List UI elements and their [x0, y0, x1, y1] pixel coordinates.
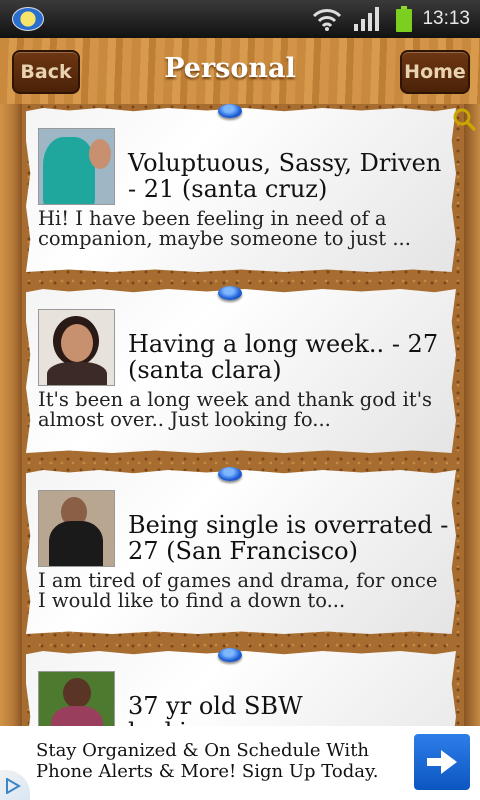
ad-banner[interactable]: Stay Organized & On Schedule With Phone …	[0, 726, 480, 800]
post-title: 37 yr old SBW looking........	[128, 692, 303, 726]
app-header: Back Personal Home	[0, 38, 480, 106]
post-card[interactable]: Voluptuous, Sassy, Driven - 21 (santa cr…	[26, 108, 456, 272]
post-title: Voluptuous, Sassy, Driven - 21 (santa cr…	[128, 149, 442, 203]
post-snippet: Hi! I have been feeling in need of a com…	[38, 207, 411, 250]
pin-icon	[218, 648, 242, 662]
signal-icon	[354, 7, 379, 31]
home-button[interactable]: Home	[400, 50, 470, 94]
post-card[interactable]: 37 yr old SBW looking........	[26, 651, 456, 726]
post-thumbnail[interactable]	[38, 671, 115, 726]
post-card[interactable]: Being single is overrated - 27 (San Fran…	[26, 470, 456, 634]
post-thumbnail[interactable]	[38, 128, 115, 205]
board-frame-right	[464, 104, 480, 726]
post-title: Having a long week.. - 27 (santa clara)	[128, 330, 439, 384]
ad-text[interactable]: Stay Organized & On Schedule With Phone …	[36, 740, 406, 782]
clock: 13:13	[422, 8, 470, 29]
status-bar: 13:13	[0, 0, 480, 38]
post-list[interactable]: Voluptuous, Sassy, Driven - 21 (santa cr…	[0, 104, 480, 726]
post-thumbnail[interactable]	[38, 490, 115, 567]
post-card[interactable]: Having a long week.. - 27 (santa clara) …	[26, 289, 456, 453]
arrow-right-icon	[427, 750, 457, 774]
search-icon[interactable]	[452, 107, 476, 131]
post-title: Being single is overrated - 27 (San Fran…	[128, 511, 449, 565]
back-button[interactable]: Back	[12, 50, 80, 94]
post-snippet: It's been a long week and thank god it's…	[38, 388, 433, 431]
post-snippet: I am tired of games and drama, for once …	[38, 569, 438, 612]
notification-app-icon	[12, 7, 44, 31]
page-title: Personal	[164, 53, 296, 84]
wifi-icon	[312, 9, 342, 31]
ad-arrow-button[interactable]	[414, 734, 470, 790]
pin-icon	[218, 104, 242, 118]
pin-icon	[218, 286, 242, 300]
board-frame-left	[0, 104, 22, 726]
battery-icon	[396, 6, 412, 32]
post-thumbnail[interactable]	[38, 309, 115, 386]
pin-icon	[218, 467, 242, 481]
